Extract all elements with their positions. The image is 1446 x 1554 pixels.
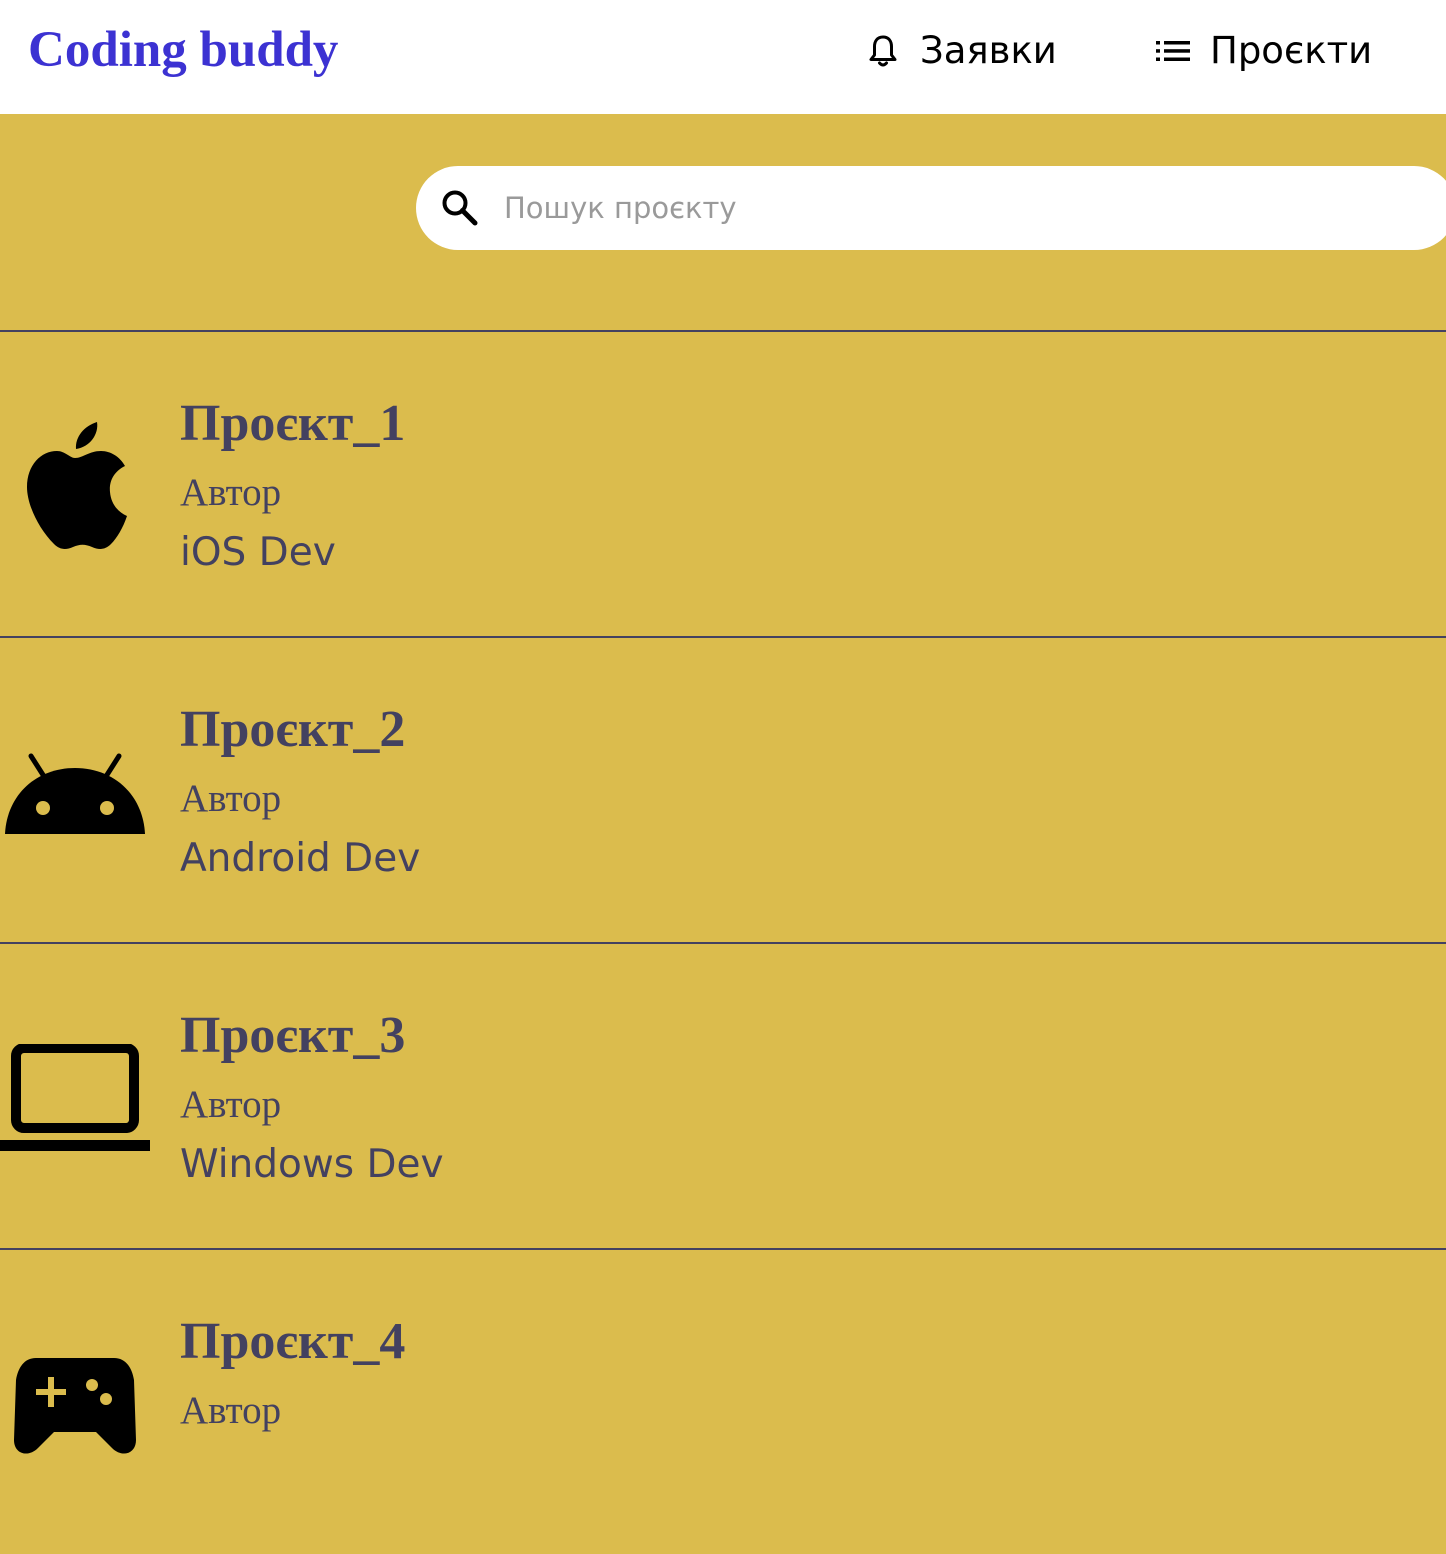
project-platform: Android Dev	[180, 836, 421, 881]
project-title: Проєкт_1	[180, 395, 406, 452]
search-icon	[440, 188, 480, 228]
project-row-2[interactable]: Проєкт_2 Автор Android Dev	[0, 636, 1446, 942]
top-header: Coding buddy Заявки Проєкти	[0, 0, 1446, 114]
apple-icon	[0, 420, 150, 550]
list-icon	[1156, 39, 1190, 63]
nav-requests-label: Заявки	[920, 29, 1057, 72]
project-author: Автор	[180, 1389, 282, 1432]
laptop-icon	[0, 1044, 150, 1152]
gamepad-icon	[0, 1356, 150, 1456]
project-title: Проєкт_3	[180, 1007, 406, 1064]
project-platform: Windows Dev	[180, 1142, 444, 1187]
project-row-4[interactable]: Проєкт_4 Автор	[0, 1248, 1446, 1554]
project-author: Автор	[180, 777, 282, 820]
app-logo[interactable]: Coding buddy	[28, 18, 338, 82]
nav-projects-label: Проєкти	[1210, 29, 1373, 72]
search-bar[interactable]	[416, 166, 1446, 250]
search-input[interactable]	[504, 176, 1404, 240]
android-icon	[0, 750, 150, 834]
project-author: Автор	[180, 1083, 282, 1126]
project-list: Проєкт_1 Автор iOS Dev Проєкт_2 Автор An…	[0, 330, 1446, 1554]
project-row-3[interactable]: Проєкт_3 Автор Windows Dev	[0, 942, 1446, 1248]
project-title: Проєкт_4	[180, 1313, 406, 1370]
project-platform: iOS Dev	[180, 530, 336, 575]
project-author: Автор	[180, 471, 282, 514]
project-title: Проєкт_2	[180, 701, 406, 758]
nav-requests[interactable]: Заявки	[868, 26, 1057, 76]
nav-projects[interactable]: Проєкти	[1156, 26, 1372, 76]
bell-icon	[868, 34, 898, 68]
project-row-1[interactable]: Проєкт_1 Автор iOS Dev	[0, 330, 1446, 636]
